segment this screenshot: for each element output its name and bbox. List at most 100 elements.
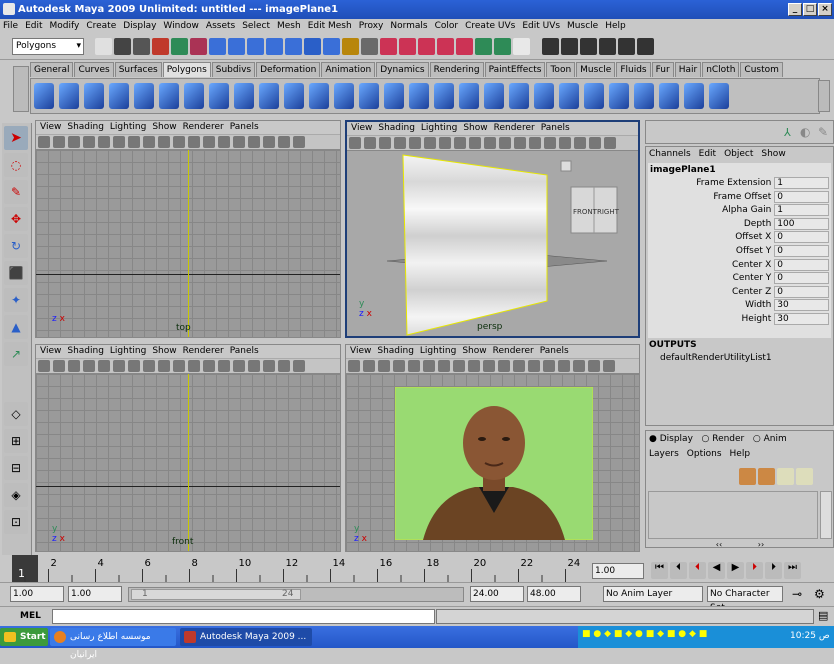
panel-menu-view[interactable]: View [40,346,61,356]
menu-file[interactable]: File [3,21,18,31]
menu-color[interactable]: Color [435,21,459,31]
attr-value[interactable]: 0 [774,272,829,285]
soft-mod-icon[interactable]: ▲ [4,315,28,339]
field-chart-icon[interactable] [158,136,170,148]
smooth-shade-icon[interactable] [218,136,230,148]
checker-icon[interactable] [709,83,729,109]
shelf-tab-rendering[interactable]: Rendering [429,62,484,77]
sculpt-icon[interactable] [684,83,704,109]
panel-menu-shading[interactable]: Shading [67,122,104,132]
extract-icon[interactable] [309,83,329,109]
menu-help[interactable]: Help [605,21,626,31]
layer-sort-icon[interactable] [777,468,794,485]
menu-display[interactable]: Display [123,21,156,31]
isolate-icon[interactable] [293,360,305,372]
field-chart-icon[interactable] [469,137,481,149]
render-view-icon[interactable] [456,38,473,55]
grid-toggle-icon[interactable] [98,136,110,148]
textured-icon[interactable] [233,360,245,372]
play-back-icon[interactable]: ◀ [708,562,725,579]
layer-attr-icon[interactable] [796,468,813,485]
image-plane-icon[interactable] [394,137,406,149]
layout-outliner-icon[interactable]: ◈ [4,483,28,507]
shelf-menu-toggle[interactable] [13,66,29,112]
camera-attr-icon[interactable] [53,360,65,372]
textured-icon[interactable] [233,136,245,148]
viewport-side[interactable]: yz x [346,374,639,551]
wireframe-icon[interactable] [203,360,215,372]
spherical-mapping-icon[interactable] [609,83,629,109]
panel-menu-renderer[interactable]: Renderer [494,123,535,133]
resolution-gate-icon[interactable] [438,360,450,372]
film-gate-icon[interactable] [113,360,125,372]
camera-attr-icon[interactable] [363,360,375,372]
shelf-scroll[interactable] [818,80,830,112]
paint-tool-icon[interactable] [560,38,578,55]
render-frame-icon[interactable] [380,38,397,55]
panel-menu-panels[interactable]: Panels [230,122,259,132]
render-settings-icon[interactable] [418,38,435,55]
menu-proxy[interactable]: Proxy [359,21,384,31]
poly-plane-icon[interactable] [134,83,154,109]
select-hierarchy-icon[interactable] [152,38,169,55]
layout-four-icon[interactable]: ⊞ [4,429,28,453]
hypershade-icon[interactable] [437,38,454,55]
end-time-field[interactable]: 48.00 [527,586,581,602]
key-icon[interactable]: ⊸ [792,587,802,601]
grid-toggle-icon[interactable] [408,360,420,372]
panel-menu-lighting[interactable]: Lighting [110,346,146,356]
cylindrical-mapping-icon[interactable] [584,83,604,109]
playback-start-field[interactable]: 1.00 [68,586,122,602]
panel-menu-view[interactable]: View [351,123,372,133]
menu-edit-mesh[interactable]: Edit Mesh [308,21,352,31]
camera-attr-icon[interactable] [53,136,65,148]
bevel-icon[interactable] [509,83,529,109]
viewport-persp[interactable]: FRONT RIGHT yz x persp [347,151,638,336]
panel-menu-lighting[interactable]: Lighting [421,123,457,133]
panel-menu-lighting[interactable]: Lighting [110,122,146,132]
safe-title-icon[interactable] [498,360,510,372]
current-time-field[interactable]: 1.00 [592,563,644,579]
shelf-tab-general[interactable]: General [30,62,74,77]
camera-icon[interactable] [38,360,50,372]
range-slider-handle[interactable]: 1 24 [131,589,301,600]
layer-menu-options[interactable]: Options [687,449,722,459]
lights-icon[interactable] [558,360,570,372]
panel-menu-renderer[interactable]: Renderer [183,346,224,356]
poly-sphere-icon[interactable] [34,83,54,109]
menu-modify[interactable]: Modify [50,21,80,31]
shadows-icon[interactable] [263,360,275,372]
safe-action-icon[interactable] [173,136,185,148]
attr-value[interactable]: 0 [774,190,829,203]
shadows-icon[interactable] [574,137,586,149]
automatic-mapping-icon[interactable] [634,83,654,109]
panel-menu-show[interactable]: Show [152,346,176,356]
output-node[interactable]: defaultRenderUtilityList1 [646,353,833,363]
layout-single-icon[interactable]: ◇ [4,402,28,426]
anim-radio[interactable]: ○ Anim [753,434,787,444]
character-controls-icon[interactable] [598,38,616,55]
field-chart-icon[interactable] [158,360,170,372]
channel-menu-channels[interactable]: Channels [649,149,691,159]
camera-attr-icon[interactable] [364,137,376,149]
image-plane-icon[interactable] [83,360,95,372]
modeling-toolkit-icon[interactable] [541,38,559,55]
show-tool-settings-icon[interactable] [494,38,511,55]
shelf-tab-fluids[interactable]: Fluids [616,62,651,77]
attr-value[interactable]: 0 [774,244,829,257]
poly-prism-icon[interactable] [184,83,204,109]
film-gate-icon[interactable] [113,136,125,148]
move-tool-icon[interactable]: ✥ [4,207,28,231]
isolate-icon[interactable] [604,137,616,149]
make-live-icon[interactable] [285,38,302,55]
shelf-tab-hair[interactable]: Hair [674,62,702,77]
new-layer-icon[interactable] [739,468,756,485]
menu-set-dropdown[interactable]: Polygons ▾ [12,38,84,55]
field-chart-icon[interactable] [468,360,480,372]
shadows-icon[interactable] [573,360,585,372]
tool-settings-icon[interactable]: ✎ [818,125,828,139]
ipr-render-icon[interactable] [399,38,416,55]
script-editor-icon[interactable] [617,38,635,55]
show-channel-box-icon[interactable] [513,38,530,55]
wireframe-icon[interactable] [513,360,525,372]
